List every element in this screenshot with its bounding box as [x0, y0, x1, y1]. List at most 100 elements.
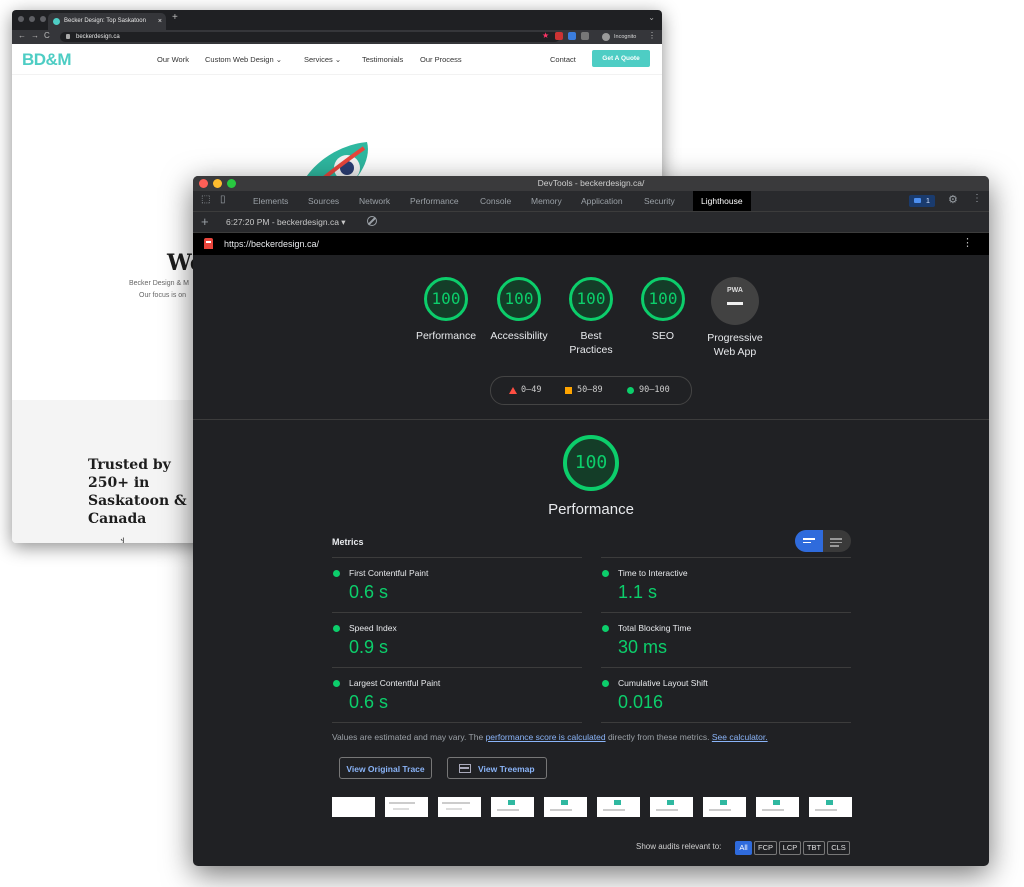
- nav-contact[interactable]: Contact: [550, 55, 576, 64]
- filmstrip-thumbnail: [703, 797, 746, 817]
- view-original-trace-button[interactable]: View Original Trace: [339, 757, 432, 779]
- site-header: BD&M Our Work Custom Web Design ⌄ Servic…: [12, 44, 662, 75]
- metric-name: Speed Index: [349, 623, 397, 633]
- minimize-icon[interactable]: [213, 179, 222, 188]
- star-icon[interactable]: ★: [542, 32, 550, 40]
- nav-our-process[interactable]: Our Process: [420, 55, 462, 64]
- metric-value: 0.9 s: [349, 637, 389, 657]
- maximize-icon[interactable]: [227, 179, 236, 188]
- filter-fcp[interactable]: FCP: [754, 841, 777, 855]
- tab-sources[interactable]: Sources: [308, 191, 339, 211]
- browser-menu-icon[interactable]: ⋮: [648, 31, 656, 40]
- score-value: 100: [424, 277, 468, 321]
- score-gauge-accessibility[interactable]: 100 Accessibility: [479, 277, 559, 343]
- tab-lighthouse[interactable]: Lighthouse: [693, 191, 751, 211]
- metric-name: Time to Interactive: [618, 568, 688, 578]
- nav-custom-web-design[interactable]: Custom Web Design ⌄: [205, 55, 282, 64]
- pass-circle-icon: [602, 625, 609, 632]
- see-calculator-link[interactable]: See calculator.: [712, 732, 768, 742]
- tab-application[interactable]: Application: [581, 191, 623, 211]
- score-gauge-best-practices[interactable]: 100 Best Practices: [551, 277, 631, 357]
- score-gauge-pwa[interactable]: PWA Progressive Web App: [695, 277, 775, 359]
- filter-tbt[interactable]: TBT: [803, 841, 825, 855]
- issues-badge[interactable]: 1: [909, 195, 935, 207]
- tab-console[interactable]: Console: [480, 191, 511, 211]
- metric-total-blocking-time: Total Blocking Time 30 ms: [601, 612, 851, 667]
- filter-all[interactable]: All: [735, 841, 752, 855]
- inspect-element-icon[interactable]: ⬚: [201, 194, 213, 206]
- incognito-indicator: Incognito: [602, 31, 636, 43]
- extension-icon[interactable]: [568, 32, 576, 40]
- legend-pass: 90–100: [627, 377, 670, 404]
- section-divider: [193, 419, 989, 420]
- gear-icon[interactable]: ⚙: [948, 193, 958, 206]
- filmstrip-thumbnail: [809, 797, 852, 817]
- extension-icon[interactable]: [555, 32, 563, 40]
- tab-search-icon[interactable]: ⌄: [648, 13, 655, 22]
- nav-buttons[interactable]: ←→C: [18, 31, 55, 40]
- score-label: Accessibility: [490, 330, 548, 342]
- get-a-quote-button[interactable]: Get A Quote: [592, 50, 650, 67]
- tab-memory[interactable]: Memory: [531, 191, 562, 211]
- site-logo[interactable]: BD&M: [22, 50, 72, 70]
- metrics-divider: [601, 722, 851, 723]
- score-label: SEO: [651, 330, 675, 342]
- new-tab-button[interactable]: +: [172, 12, 178, 23]
- score-calculated-link[interactable]: performance score is calculated: [486, 732, 606, 742]
- report-selector[interactable]: 6:27:20 PM - beckerdesign.ca ▾: [226, 212, 346, 232]
- filter-cls[interactable]: CLS: [827, 841, 850, 855]
- report-url[interactable]: https://beckerdesign.ca/: [224, 233, 319, 255]
- metric-value: 0.6 s: [349, 582, 389, 602]
- tab-elements[interactable]: Elements: [253, 191, 288, 211]
- lighthouse-icon: [204, 238, 213, 249]
- pwa-badge-text: PWA: [727, 287, 743, 294]
- tab-close-icon[interactable]: ×: [158, 13, 162, 30]
- treemap-icon: [459, 764, 471, 773]
- nav-testimonials[interactable]: Testimonials: [362, 55, 403, 64]
- puzzle-icon[interactable]: [581, 32, 589, 40]
- report-url-bar: https://beckerdesign.ca/ ⋮: [193, 233, 989, 255]
- filmstrip-thumbnail: [756, 797, 799, 817]
- view-treemap-label: View Treemap: [478, 764, 535, 774]
- filter-lcp[interactable]: LCP: [779, 841, 801, 855]
- url-field[interactable]: beckerdesign.ca: [60, 32, 560, 42]
- metric-cumulative-layout-shift: Cumulative Layout Shift 0.016: [601, 667, 851, 722]
- score-label: Progressive Web App: [707, 332, 763, 358]
- clear-reports-icon[interactable]: [367, 216, 377, 226]
- extensions: ★: [542, 32, 589, 40]
- tab-performance[interactable]: Performance: [410, 191, 459, 211]
- more-options-icon[interactable]: ⋮: [972, 193, 982, 204]
- devtools-window: DevTools - beckerdesign.ca/ ⬚ ▯ Elements…: [193, 176, 989, 866]
- browser-tab[interactable]: Becker Design: Top Saskatoon ×: [48, 13, 166, 30]
- close-icon[interactable]: [199, 179, 208, 188]
- compact-view-icon: [803, 538, 815, 545]
- tab-network[interactable]: Network: [359, 191, 390, 211]
- legend-pass-text: 90–100: [639, 385, 670, 395]
- devtools-title-bar: DevTools - beckerdesign.ca/: [193, 176, 989, 191]
- legend-average-text: 50–89: [577, 385, 603, 395]
- nav-our-work[interactable]: Our Work: [157, 55, 189, 64]
- metric-speed-index: Speed Index 0.9 s: [332, 612, 582, 667]
- pwa-dash: [727, 302, 743, 305]
- performance-score: 100: [563, 435, 619, 491]
- filmstrip-thumbnail: [385, 797, 428, 817]
- nav-services[interactable]: Services ⌄: [304, 55, 341, 64]
- score-gauge-seo[interactable]: 100 SEO: [623, 277, 703, 343]
- report-menu-icon[interactable]: ⋮: [962, 236, 973, 249]
- score-scale-legend: 0–49 50–89 90–100: [490, 376, 692, 405]
- favicon-icon: [53, 18, 60, 25]
- new-report-icon[interactable]: +: [201, 214, 209, 229]
- metric-value: 0.6 s: [349, 692, 389, 712]
- window-controls[interactable]: [199, 179, 236, 188]
- device-toolbar-icon[interactable]: ▯: [220, 194, 232, 206]
- square-icon: [565, 387, 572, 394]
- view-treemap-button[interactable]: View Treemap: [447, 757, 547, 779]
- tab-security[interactable]: Security: [644, 191, 675, 211]
- score-gauge-performance[interactable]: 100 Performance: [406, 277, 486, 343]
- metric-value: 30 ms: [618, 637, 668, 657]
- metric-name: First Contentful Paint: [349, 568, 429, 578]
- metrics-heading: Metrics: [332, 537, 364, 547]
- metrics-view-toggle[interactable]: [795, 530, 851, 552]
- legend-fail: 0–49: [509, 377, 541, 404]
- window-controls[interactable]: [18, 16, 46, 22]
